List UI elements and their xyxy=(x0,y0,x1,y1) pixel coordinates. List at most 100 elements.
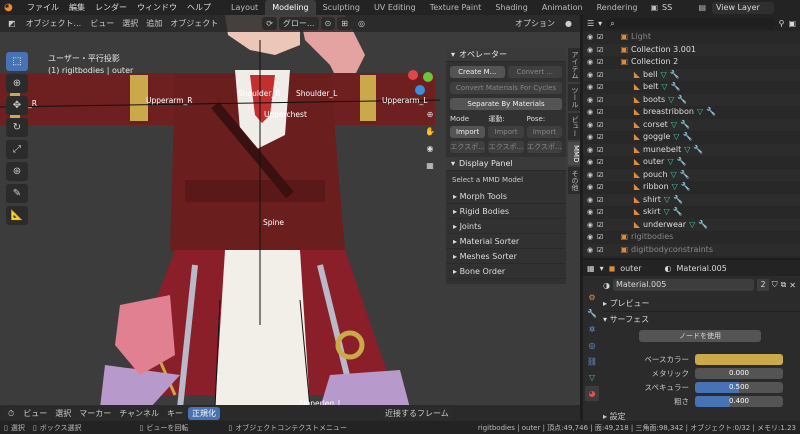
pin-icon[interactable]: ▾ xyxy=(600,264,604,273)
select-tool-icon[interactable]: ⬚ xyxy=(6,52,28,71)
convert-cycles-button[interactable]: Convert Materials For Cycles xyxy=(450,82,562,94)
properties-editor-icon[interactable]: ▦ xyxy=(587,264,595,273)
camera-icon[interactable]: ◉ xyxy=(423,144,437,161)
editor-type-icon[interactable]: ◩ xyxy=(4,17,20,30)
export-motion-button[interactable]: エクスポ... xyxy=(488,141,524,153)
user-count[interactable]: 2 xyxy=(757,279,769,291)
checkbox-icon[interactable]: ☑ xyxy=(597,156,607,169)
section-meshes-sorter[interactable]: ▸ Meshes Sorter xyxy=(446,249,566,264)
transform-tool-icon[interactable]: ⊛ xyxy=(6,162,28,181)
fake-user-icon[interactable]: ⛉ xyxy=(772,280,778,290)
tab-texture-paint[interactable]: Texture Paint xyxy=(423,0,489,15)
checkbox-icon[interactable]: ☑ xyxy=(597,69,607,82)
outliner-row[interactable]: ◉ ☑ ▣ Collection 3.001 xyxy=(583,43,800,57)
tab-modeling[interactable]: Modeling xyxy=(265,0,316,15)
convert-model-button[interactable]: Convert ... xyxy=(507,66,562,78)
zoom-icon[interactable]: ⊕ xyxy=(423,110,437,127)
visibility-eye-icon[interactable]: ◉ xyxy=(587,144,597,157)
tab-layout[interactable]: Layout xyxy=(224,0,265,15)
visibility-eye-icon[interactable]: ◉ xyxy=(587,219,597,232)
outliner-row[interactable]: ◉ ☑ ◣ corset ▽ 🔧 xyxy=(583,118,800,132)
object-mode-dropdown[interactable]: オブジェクト... xyxy=(21,17,86,30)
outliner-row[interactable]: ◉ ☑ ◣ munebelt ▽ 🔧 xyxy=(583,143,800,157)
surface-section[interactable]: ▾ サーフェス xyxy=(603,312,800,327)
visibility-eye-icon[interactable]: ◉ xyxy=(587,131,597,144)
visibility-eye-icon[interactable]: ◉ xyxy=(587,206,597,219)
export-model-button[interactable]: エクスポ... xyxy=(450,141,486,153)
outliner-row[interactable]: ◉ ☑ ◣ outer ▽ 🔧 xyxy=(583,156,800,169)
separate-materials-button[interactable]: Separate By Materials xyxy=(450,98,562,110)
visibility-eye-icon[interactable]: ◉ xyxy=(587,81,597,94)
outliner-row[interactable]: ◉ ☑ ▣ Collection 2 xyxy=(583,56,800,69)
tab-item[interactable]: アイテム xyxy=(568,48,580,82)
preview-section[interactable]: ▸ プレビュー xyxy=(603,296,800,312)
use-nodes-button[interactable]: ノードを使用 xyxy=(639,330,761,342)
visibility-eye-icon[interactable]: ◉ xyxy=(587,231,597,244)
particles-icon[interactable]: ✲ xyxy=(585,322,599,337)
field-slider[interactable]: 0.500 xyxy=(695,381,783,393)
outliner-row[interactable]: ◉ ☑ ◣ belt ▽ 🔧 xyxy=(583,81,800,94)
visibility-eye-icon[interactable]: ◉ xyxy=(587,44,597,57)
checkbox-icon[interactable]: ☑ xyxy=(597,219,607,232)
tab-sculpting[interactable]: Sculpting xyxy=(316,0,367,15)
settings-section[interactable]: ▸ 設定 xyxy=(603,410,800,424)
constraints-icon[interactable]: ⛓ xyxy=(585,354,599,369)
snap-icon[interactable]: ⊞ xyxy=(337,17,352,30)
vp-menu-view[interactable]: ビュー xyxy=(86,15,118,32)
vp-menu-object[interactable]: オブジェクト xyxy=(166,15,222,32)
outliner-row[interactable]: ◉ ☑ ◣ goggle ▽ 🔧 xyxy=(583,131,800,144)
material-browse-icon[interactable]: ◑ xyxy=(603,281,610,290)
checkbox-icon[interactable]: ☑ xyxy=(597,106,607,119)
outliner-row[interactable]: ◉ ☑ ◣ shirt ▽ 🔧 xyxy=(583,193,800,207)
normalize-toggle[interactable]: 正規化 xyxy=(188,406,221,420)
tl-menu-marker[interactable]: マーカー xyxy=(75,405,115,422)
physics-icon[interactable]: ◎ xyxy=(585,338,599,353)
tl-menu-key[interactable]: キー xyxy=(163,405,187,422)
filter-icon[interactable]: ⚲ xyxy=(779,19,785,28)
import-model-button[interactable]: Import xyxy=(450,126,486,138)
tab-misc[interactable]: その他 xyxy=(568,167,580,195)
blender-logo-icon[interactable]: ◕ xyxy=(4,2,18,13)
outliner-row[interactable]: ◉ ☑ ◣ ribbon ▽ 🔧 xyxy=(583,181,800,194)
tab-mmd[interactable]: MMD xyxy=(568,142,580,166)
scale-tool-icon[interactable]: ⤢ xyxy=(6,140,28,159)
grid-icon[interactable]: ▦ xyxy=(423,161,437,178)
checkbox-icon[interactable]: ☑ xyxy=(597,181,607,194)
outliner-row[interactable]: ◉ ☑ ◣ underwear ▽ 🔧 xyxy=(583,218,800,232)
outliner-row[interactable]: ◉ ☑ ◣ skirt ▽ 🔧 xyxy=(583,206,800,219)
tl-menu-channel[interactable]: チャンネル xyxy=(115,405,163,422)
new-collection-icon[interactable]: ▣ xyxy=(788,19,796,28)
data-icon[interactable]: ▽ xyxy=(585,370,599,385)
vp-menu-select[interactable]: 選択 xyxy=(118,15,142,32)
move-tool-icon[interactable]: ✥ xyxy=(6,96,28,115)
outliner-search-input[interactable]: ⌕ xyxy=(606,17,775,29)
shading-solid-icon[interactable]: ● xyxy=(561,17,576,30)
material-name-field[interactable]: Material.005 xyxy=(612,279,755,291)
checkbox-icon[interactable]: ☑ xyxy=(597,56,607,69)
annotate-tool-icon[interactable]: ✎ xyxy=(6,184,28,203)
visibility-eye-icon[interactable]: ◉ xyxy=(587,169,597,182)
section-material-sorter[interactable]: ▸ Material Sorter xyxy=(446,234,566,249)
checkbox-icon[interactable]: ☑ xyxy=(597,231,607,244)
display-panel-header[interactable]: ▾ Display Panel xyxy=(446,157,566,171)
scene-icon[interactable]: ▣ xyxy=(650,3,658,12)
visibility-eye-icon[interactable]: ◉ xyxy=(587,194,597,207)
tab-rendering[interactable]: Rendering xyxy=(590,0,645,15)
visibility-eye-icon[interactable]: ◉ xyxy=(587,119,597,132)
tab-uv-editing[interactable]: UV Editing xyxy=(367,0,423,15)
tab-tool[interactable]: ツール xyxy=(568,84,580,111)
outliner-row[interactable]: ◉ ☑ ▣ Light xyxy=(583,31,800,44)
timeline-editor-icon[interactable]: ⏱ xyxy=(4,406,19,420)
display-mode-icon[interactable]: ▾ xyxy=(598,19,602,28)
orientation-dropdown[interactable]: グロー... xyxy=(278,17,319,30)
operator-header[interactable]: ▾ オペレーター xyxy=(446,48,566,62)
outliner-editor-icon[interactable]: ☰ xyxy=(587,19,594,28)
menu-window[interactable]: ウィンドウ xyxy=(132,0,182,15)
checkbox-icon[interactable]: ☑ xyxy=(597,131,607,144)
section-rigid-bodies[interactable]: ▸ Rigid Bodies xyxy=(446,204,566,219)
outliner-row[interactable]: ◉ ☑ ◣ bell ▽ 🔧 xyxy=(583,68,800,82)
checkbox-icon[interactable]: ☑ xyxy=(597,169,607,182)
outliner-row[interactable]: ◉ ☑ ▣ digitbodyconstraints xyxy=(583,243,800,256)
import-pose-button[interactable]: Import xyxy=(526,126,562,138)
field-slider[interactable] xyxy=(695,353,783,365)
